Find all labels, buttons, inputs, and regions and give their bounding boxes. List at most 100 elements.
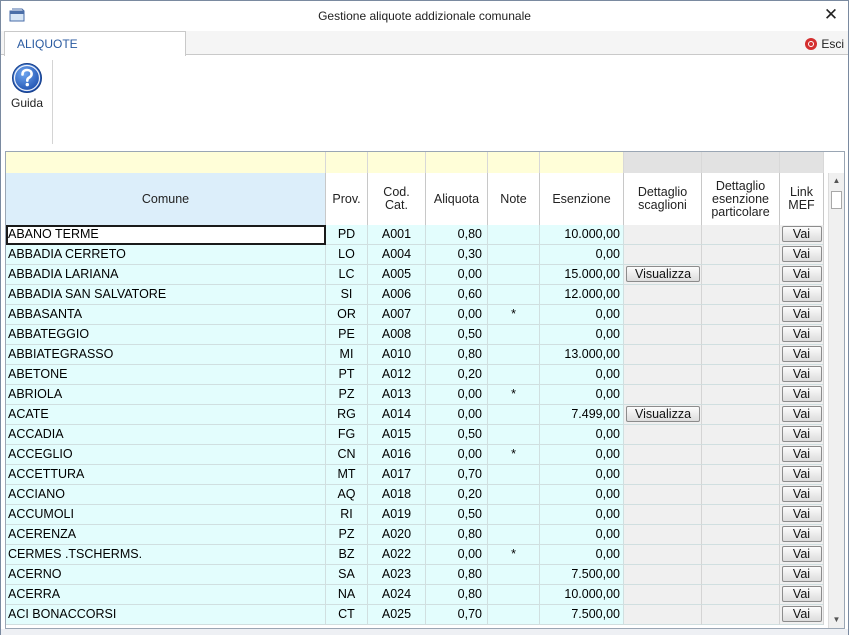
cell-comune[interactable]: ACCEGLIO [6,445,326,465]
vai-button[interactable]: Vai [781,386,822,402]
header-note[interactable]: Note [488,173,540,225]
header-dettaglio-esenzione[interactable]: Dettaglio esenzione particolare [702,173,780,225]
table-row[interactable]: CERMES .TSCHERMS. BZ A022 0,00 * 0,00 Vai [6,545,824,565]
scroll-up-icon[interactable]: ▲ [829,174,844,188]
vai-button[interactable]: Vai [781,526,822,542]
vai-button[interactable]: Vai [781,546,822,562]
vai-button[interactable]: Vai [781,486,822,502]
table-row[interactable]: ACI BONACCORSI CT A025 0,70 7.500,00 Vai [6,605,824,625]
filter-note[interactable] [488,152,540,173]
table-row[interactable]: ABRIOLA PZ A013 0,00 * 0,00 Vai [6,385,824,405]
cell-comune[interactable]: ABRIOLA [6,385,326,405]
vai-button[interactable]: Vai [781,566,822,582]
cell-comune[interactable]: ACATE [6,405,326,425]
exit-icon [805,38,818,50]
cell-cod-cat: A010 [368,345,426,365]
scroll-down-icon[interactable]: ▼ [829,613,844,627]
table-row[interactable]: ACATE RG A014 0,00 7.499,00 Visualizza Vai [6,405,824,425]
cell-comune[interactable]: CERMES .TSCHERMS. [6,545,326,565]
cell-aliquota: 0,00 [426,385,488,405]
vai-button[interactable]: Vai [781,426,822,442]
vertical-scrollbar[interactable]: ▲ ▼ [828,173,844,628]
table-row[interactable]: ABBASANTA OR A007 0,00 * 0,00 Vai [6,305,824,325]
cell-comune[interactable]: ABBADIA CERRETO [6,245,326,265]
vai-button[interactable]: Vai [781,346,822,362]
visualizza-button[interactable]: Visualizza [626,406,700,422]
cell-prov: MI [326,345,368,365]
table-row[interactable]: ACCIANO AQ A018 0,20 0,00 Vai [6,485,824,505]
filter-esenzione[interactable] [540,152,624,173]
vai-button[interactable]: Vai [781,466,822,482]
vai-button[interactable]: Vai [781,326,822,342]
table-row[interactable]: ABANO TERME PD A001 0,80 10.000,00 Vai [6,225,824,245]
header-dettaglio-scaglioni[interactable]: Dettaglio scaglioni [624,173,702,225]
filter-aliquota[interactable] [426,152,488,173]
table-row[interactable]: ABBADIA CERRETO LO A004 0,30 0,00 Vai [6,245,824,265]
filter-comune[interactable] [6,152,326,173]
cell-comune[interactable]: ACCETTURA [6,465,326,485]
header-cod-cat[interactable]: Cod. Cat. [368,173,426,225]
cell-comune[interactable]: ABBASANTA [6,305,326,325]
vai-button[interactable]: Vai [781,246,822,262]
visualizza-button[interactable]: Visualizza [626,266,700,282]
cell-esenzione: 0,00 [540,445,624,465]
filter-cod[interactable] [368,152,426,173]
cell-comune[interactable]: ACCADIA [6,425,326,445]
table-row[interactable]: ABBADIA LARIANA LC A005 0,00 15.000,00 Visual… [6,265,824,285]
cell-aliquota: 0,70 [426,465,488,485]
cell-cod-cat: A019 [368,505,426,525]
vai-button[interactable]: Vai [781,606,822,622]
cell-cod-cat: A018 [368,485,426,505]
header-prov[interactable]: Prov. [326,173,368,225]
cell-comune[interactable]: ABANO TERME [6,225,326,245]
header-comune[interactable]: Comune [6,173,326,225]
table-row[interactable]: ACCEGLIO CN A016 0,00 * 0,00 Vai [6,445,824,465]
header-link-mef[interactable]: Link MEF [780,173,824,225]
vai-button[interactable]: Vai [781,286,822,302]
table-row[interactable]: ABBADIA SAN SALVATORE SI A006 0,60 12.000,00… [6,285,824,305]
header-aliquota[interactable]: Aliquota [426,173,488,225]
cell-link-mef: Vai [780,545,824,565]
cell-comune[interactable]: ABBADIA SAN SALVATORE [6,285,326,305]
cell-dettaglio-scaglioni [624,385,702,405]
table-row[interactable]: ABBATEGGIO PE A008 0,50 0,00 Vai [6,325,824,345]
cell-comune[interactable]: ACCUMOLI [6,505,326,525]
cell-comune[interactable]: ABETONE [6,365,326,385]
cell-comune[interactable]: ABBIATEGRASSO [6,345,326,365]
table-row[interactable]: ACCUMOLI RI A019 0,50 0,00 Vai [6,505,824,525]
cell-aliquota: 0,00 [426,545,488,565]
vai-button[interactable]: Vai [781,446,822,462]
table-row[interactable]: ABBIATEGRASSO MI A010 0,80 13.000,00 Vai [6,345,824,365]
esci-button[interactable]: Esci [805,36,844,52]
close-icon[interactable]: ✕ [822,5,840,25]
cell-cod-cat: A024 [368,585,426,605]
vai-button[interactable]: Vai [781,406,822,422]
cell-cod-cat: A001 [368,225,426,245]
table-row[interactable]: ACERNO SA A023 0,80 7.500,00 Vai [6,565,824,585]
cell-aliquota: 0,50 [426,325,488,345]
ribbon-tabs: ALIQUOTE Esci [1,31,848,56]
header-esenzione[interactable]: Esenzione [540,173,624,225]
cell-comune[interactable]: ABBATEGGIO [6,325,326,345]
scroll-thumb[interactable] [831,191,842,209]
tab-aliquote[interactable]: ALIQUOTE [4,31,186,56]
table-row[interactable]: ACERRA NA A024 0,80 10.000,00 Vai [6,585,824,605]
vai-button[interactable]: Vai [781,226,822,242]
table-row[interactable]: ACCETTURA MT A017 0,70 0,00 Vai [6,465,824,485]
vai-button[interactable]: Vai [781,306,822,322]
cell-comune[interactable]: ABBADIA LARIANA [6,265,326,285]
guida-button[interactable]: Guida [6,62,48,116]
filter-prov[interactable] [326,152,368,173]
cell-comune[interactable]: ACCIANO [6,485,326,505]
table-row[interactable]: ABETONE PT A012 0,20 0,00 Vai [6,365,824,385]
table-row[interactable]: ACERENZA PZ A020 0,80 0,00 Vai [6,525,824,545]
cell-comune[interactable]: ACI BONACCORSI [6,605,326,625]
cell-comune[interactable]: ACERENZA [6,525,326,545]
cell-comune[interactable]: ACERRA [6,585,326,605]
table-row[interactable]: ACCADIA FG A015 0,50 0,00 Vai [6,425,824,445]
vai-button[interactable]: Vai [781,506,822,522]
vai-button[interactable]: Vai [781,366,822,382]
vai-button[interactable]: Vai [781,266,822,282]
vai-button[interactable]: Vai [781,586,822,602]
cell-comune[interactable]: ACERNO [6,565,326,585]
